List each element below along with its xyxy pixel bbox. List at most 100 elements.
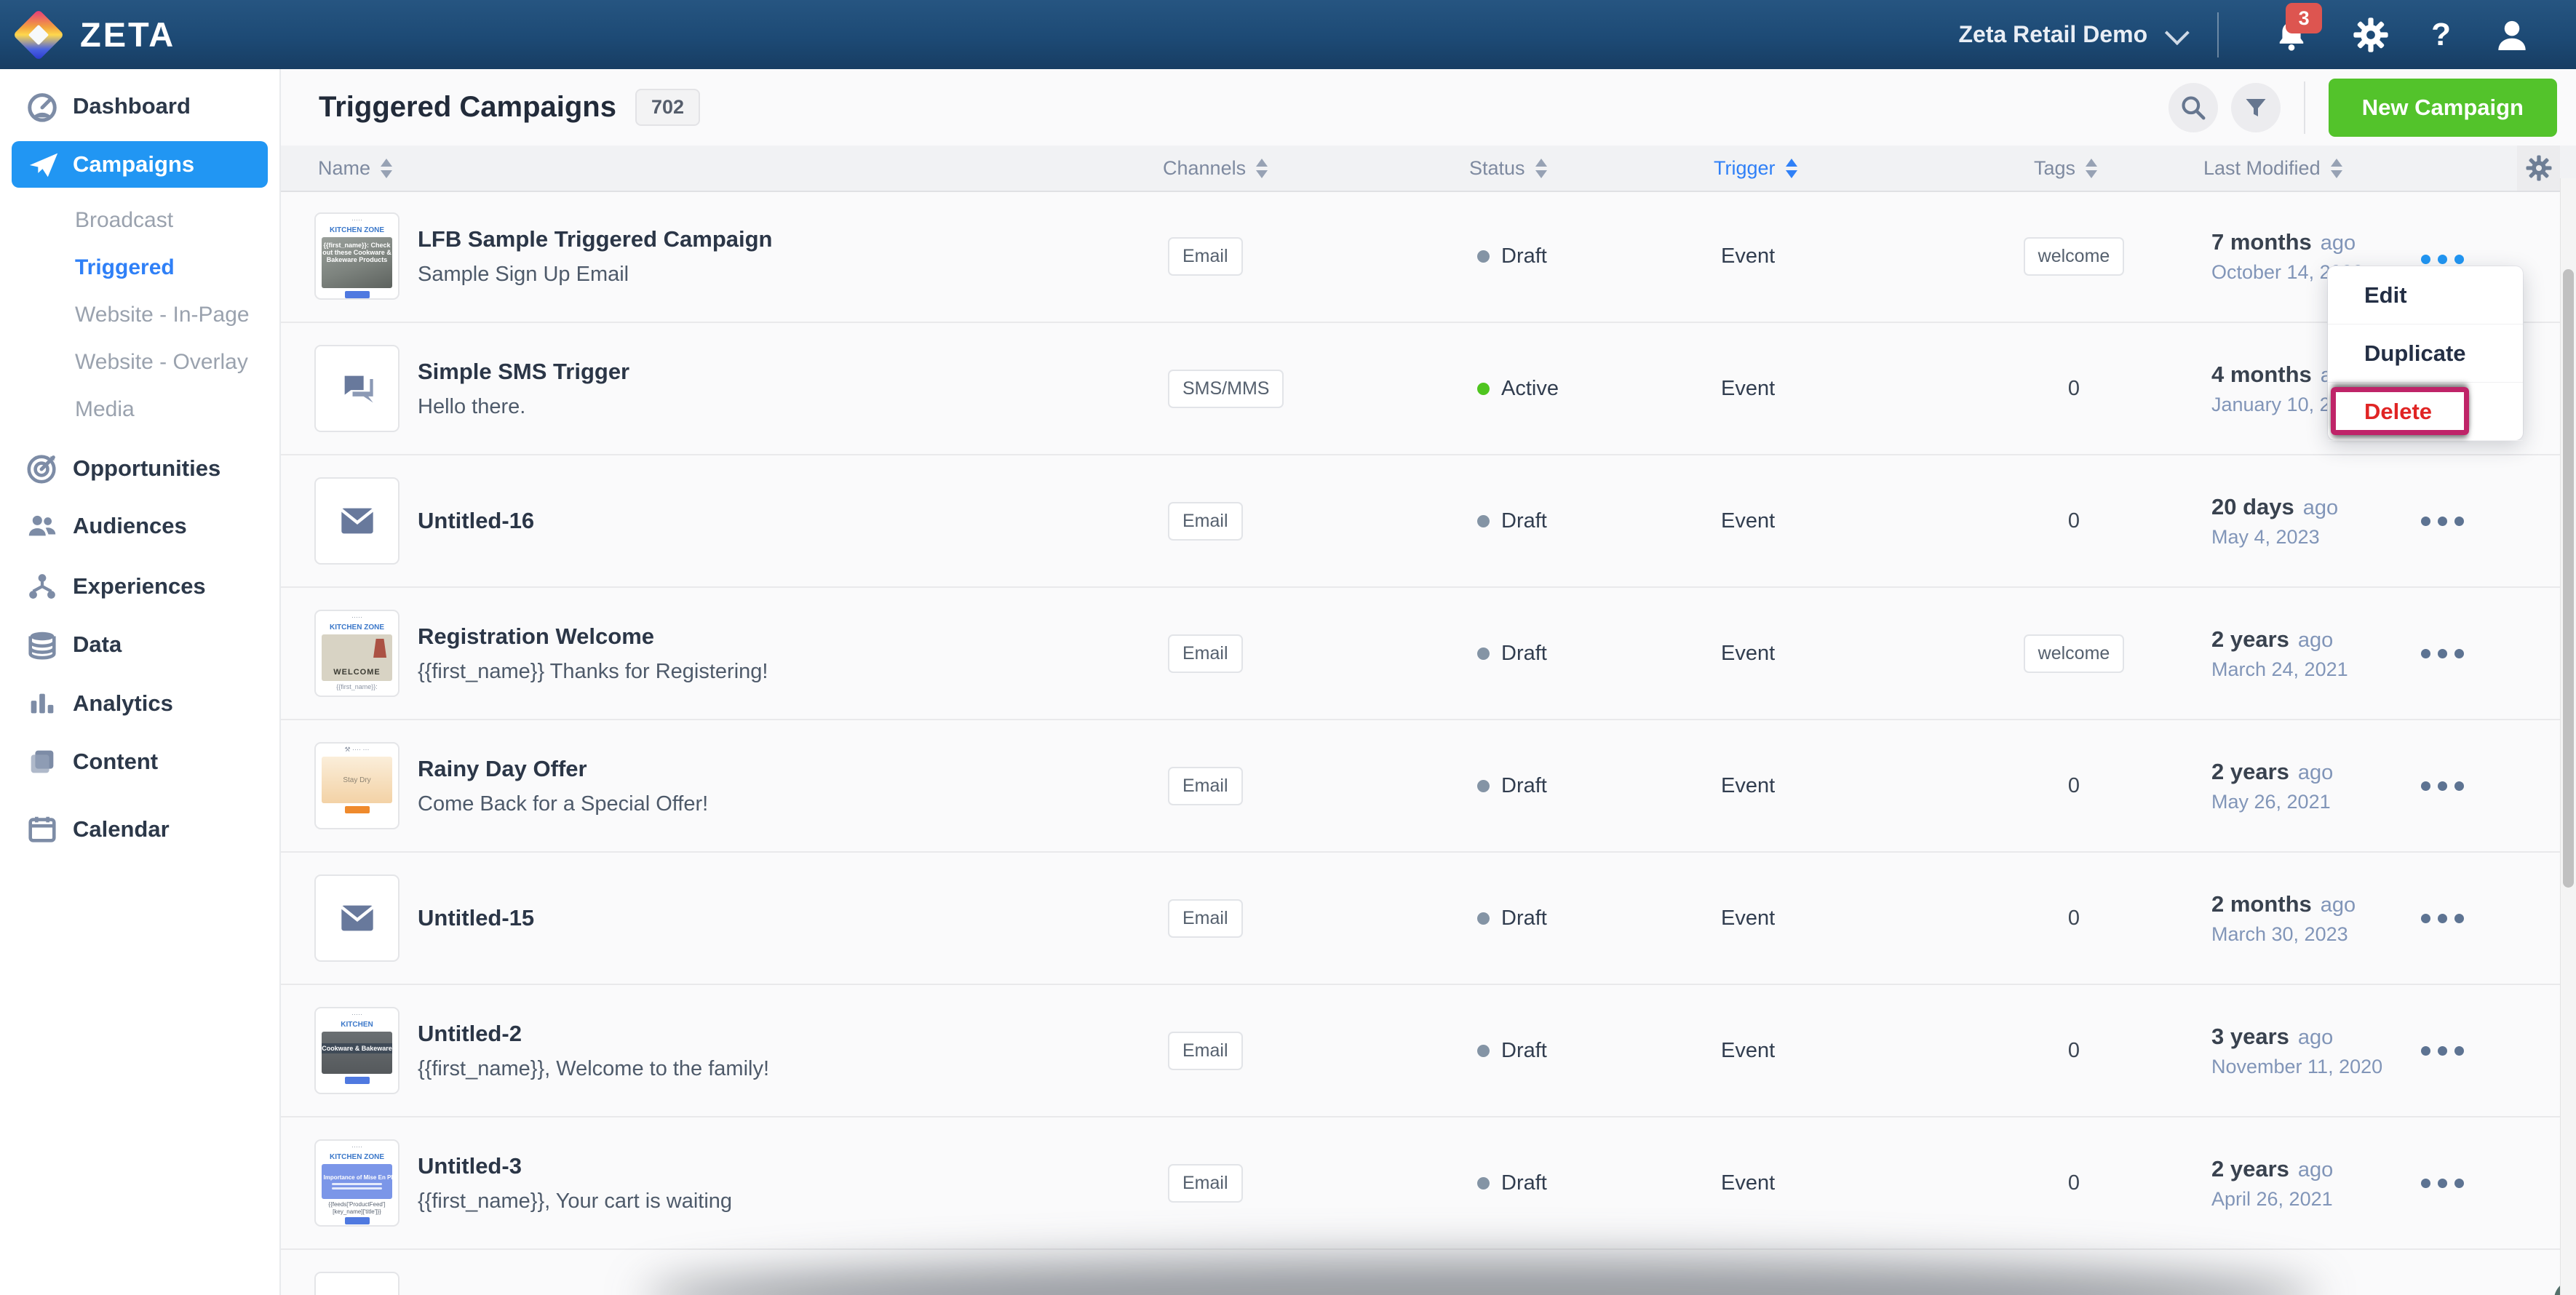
help-button[interactable]: ?	[2431, 17, 2451, 53]
column-header-name[interactable]: Name	[318, 146, 392, 191]
context-menu-item-duplicate[interactable]: Duplicate	[2328, 324, 2523, 383]
sidebar-item-label: Dashboard	[73, 93, 191, 119]
zeta-logo-text: ZETA	[80, 15, 175, 55]
sidebar-item-analytics[interactable]: Analytics	[0, 681, 279, 726]
settings-button[interactable]	[2351, 15, 2390, 55]
filter-icon	[2243, 95, 2269, 121]
row-actions-button[interactable]	[2406, 1117, 2478, 1248]
sidebar-item-triggered[interactable]: Triggered	[0, 245, 279, 290]
modified-date: March 30, 2023	[2211, 923, 2356, 946]
scrollbar-thumb[interactable]	[2563, 269, 2574, 888]
table-row[interactable]: Untitled-16 Email Draft Event 0 20 daysa…	[279, 455, 2576, 588]
status-label: Draft	[1501, 509, 1547, 533]
sidebar-item-audiences[interactable]: Audiences	[0, 503, 279, 549]
ellipsis-icon	[2421, 649, 2464, 658]
filter-button[interactable]	[2231, 83, 2281, 132]
campaign-thumbnail: ····· KITCHEN ZONE WELCOME {{first_name}…	[314, 610, 399, 697]
table-row[interactable]: ····· KITCHEN Cookware & Bakeware Untitl…	[279, 985, 2576, 1117]
modified-date: November 11, 2020	[2211, 1056, 2382, 1078]
column-header-status[interactable]: Status	[1469, 146, 1547, 191]
sidebar-item-data[interactable]: Data	[0, 622, 279, 667]
tag-badge: welcome	[2024, 237, 2125, 276]
campaign-name[interactable]: LFB Sample Triggered Campaign	[418, 226, 772, 252]
campaign-thumbnail: ····· KITCHEN ZONE {{first_name}}: Check…	[314, 212, 399, 300]
column-header-tags[interactable]: Tags	[2034, 146, 2097, 191]
table-row[interactable]: ⚒ ···· ··· Stay Dry Rainy Day Offer Come…	[279, 720, 2576, 853]
campaign-subtitle: {{first_name}} Thanks for Registering!	[418, 660, 768, 684]
sort-icon	[2331, 159, 2342, 178]
search-button[interactable]	[2168, 83, 2218, 132]
table-row[interactable]: ····· KITCHEN ZONE {{first_name}}: Check…	[279, 191, 2576, 323]
context-menu-item-delete[interactable]: Delete	[2328, 383, 2523, 441]
sidebar-item-website-in-page[interactable]: Website - In-Page	[0, 292, 279, 338]
campaign-thumbnail: ····· KITCHEN ZONE The Importance of Mis…	[314, 1139, 399, 1227]
campaign-name[interactable]: Untitled-3	[418, 1153, 732, 1179]
campaign-name[interactable]: Registration Welcome	[418, 623, 768, 650]
campaign-thumbnail	[314, 345, 399, 432]
column-header-trigger[interactable]: Trigger	[1714, 146, 1797, 191]
account-switcher[interactable]: Zeta Retail Demo	[1958, 21, 2184, 48]
status-dot	[1477, 383, 1490, 395]
topbar-divider	[2217, 12, 2219, 57]
column-header-channels[interactable]: Channels	[1163, 146, 1268, 191]
modified-date: March 24, 2021	[2211, 658, 2348, 681]
sidebar-item-broadcast[interactable]: Broadcast	[0, 198, 279, 243]
column-header-last-modified[interactable]: Last Modified	[2203, 146, 2342, 191]
search-icon	[2179, 94, 2207, 121]
campaign-thumbnail	[314, 477, 399, 565]
sidebar-item-calendar[interactable]: Calendar	[0, 807, 279, 852]
target-icon	[25, 451, 60, 486]
sidebar-item-website-overlay[interactable]: Website - Overlay	[0, 340, 279, 385]
status-label: Draft	[1501, 774, 1547, 798]
trigger-label: Event	[1721, 244, 1775, 268]
row-actions-button[interactable]	[2406, 985, 2478, 1116]
status-label: Draft	[1501, 642, 1547, 666]
sidebar-item-content[interactable]: Content	[0, 739, 279, 784]
campaign-name[interactable]: Untitled-2	[418, 1021, 769, 1047]
notifications-button[interactable]: 3	[2273, 16, 2310, 54]
trigger-label: Event	[1721, 509, 1775, 533]
table-row[interactable]: Untitled-15 Email Draft Event 0 2 months…	[279, 853, 2576, 985]
zeta-diamond-icon	[13, 9, 65, 60]
channel-badge: SMS/MMS	[1168, 370, 1284, 408]
scrollbar-track[interactable]	[2560, 178, 2576, 1295]
row-actions-button[interactable]	[2406, 455, 2478, 586]
sidebar-item-campaigns[interactable]: Campaigns	[12, 141, 268, 188]
sidebar-item-experiences[interactable]: Experiences	[0, 564, 279, 609]
sidebar-item-dashboard[interactable]: Dashboard	[0, 84, 279, 129]
row-actions-button[interactable]	[2406, 853, 2478, 984]
modified-date: April 26, 2021	[2211, 1188, 2333, 1211]
help-icon: ?	[2431, 17, 2451, 53]
campaign-name[interactable]: Untitled-16	[418, 508, 534, 534]
campaign-name[interactable]: Simple SMS Trigger	[418, 359, 629, 385]
table-row[interactable]: Simple SMS Trigger Hello there. SMS/MMS …	[279, 323, 2576, 455]
row-actions-button[interactable]	[2406, 720, 2478, 851]
campaign-subtitle: Come Back for a Special Offer!	[418, 792, 708, 816]
table-settings-button[interactable]	[2517, 146, 2560, 192]
campaign-name[interactable]: Rainy Day Offer	[418, 756, 708, 782]
ellipsis-icon	[2421, 255, 2464, 264]
row-actions-button[interactable]	[2406, 588, 2478, 719]
channel-badge: Email	[1168, 1164, 1243, 1203]
new-campaign-button[interactable]: New Campaign	[2329, 79, 2557, 137]
trigger-label: Event	[1721, 642, 1775, 666]
zeta-logo[interactable]: ZETA	[20, 15, 175, 55]
main-content: Triggered Campaigns 702 New Campaign Nam…	[279, 69, 2576, 1295]
campaign-name[interactable]: Untitled-15	[418, 905, 534, 931]
status-dot	[1477, 515, 1490, 527]
user-icon	[2492, 15, 2532, 55]
channel-badge: Email	[1168, 767, 1243, 805]
sort-icon	[1535, 159, 1547, 178]
channel-badge: Email	[1168, 899, 1243, 938]
sidebar-item-label: Campaigns	[73, 151, 194, 178]
sidebar-item-media[interactable]: Media	[0, 387, 279, 432]
campaign-subtitle: Hello there.	[418, 395, 629, 419]
table-row[interactable]: ····· KITCHEN ZONE The Importance of Mis…	[279, 1117, 2576, 1250]
campaign-table-body: ····· KITCHEN ZONE {{first_name}}: Check…	[279, 191, 2576, 1295]
user-menu-button[interactable]	[2492, 15, 2532, 55]
channel-badge: Email	[1168, 634, 1243, 673]
table-row[interactable]: ····· KITCHEN ZONE WELCOME {{first_name}…	[279, 588, 2576, 720]
sidebar-item-opportunities[interactable]: Opportunities	[0, 446, 279, 491]
status-dot	[1477, 648, 1490, 660]
context-menu-item-edit[interactable]: Edit	[2328, 266, 2523, 324]
